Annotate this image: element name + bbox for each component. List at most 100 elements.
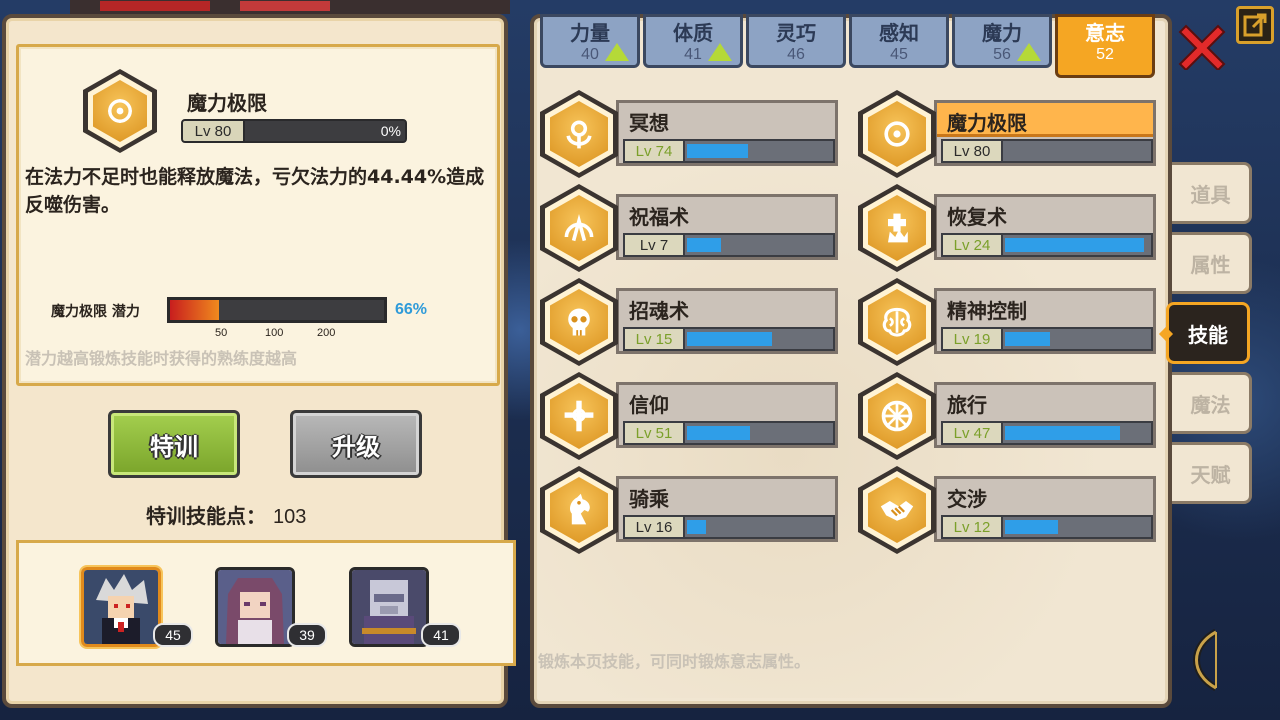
attr-name: 体质 <box>673 21 713 45</box>
skill-name: 招魂术 <box>629 299 689 323</box>
skull-icon <box>540 278 618 366</box>
close-icon[interactable] <box>1178 22 1226 70</box>
train-button[interactable]: 特训 <box>108 410 240 478</box>
skill-level: Lv 80 <box>183 121 245 141</box>
party-box: 45 39 41 <box>16 540 516 666</box>
skill-item-heal[interactable]: 恢复术 Lv 24 <box>858 184 1158 272</box>
attr-tab-dexterity[interactable]: 灵巧 46 <box>746 14 846 68</box>
side-tab-magic[interactable]: 魔法 <box>1172 372 1252 434</box>
handshake-icon <box>858 466 936 554</box>
skill-card: 旅行 Lv 47 <box>934 382 1156 448</box>
attr-tab-constitution[interactable]: 体质 41 <box>643 14 743 68</box>
up-arrow-icon <box>605 43 629 61</box>
potential-tick: 50 <box>215 327 228 339</box>
side-tab-skills[interactable]: 技能 <box>1166 302 1250 364</box>
page-hint: 锻炼本页技能，可同时锻炼意志属性。 <box>538 652 811 671</box>
exit-icon[interactable] <box>1236 6 1274 44</box>
skill-progress-text: 0% <box>380 123 401 139</box>
cross-icon <box>540 372 618 460</box>
potential-percent: 66% <box>395 301 428 318</box>
skill-item-faith[interactable]: 信仰 Lv 51 <box>540 372 840 460</box>
skill-progress-bar: Lv 15 <box>623 327 835 351</box>
potential-bar <box>167 297 387 323</box>
skill-progress-fill <box>1005 238 1144 252</box>
skill-progress-bar: Lv 47 <box>941 421 1153 445</box>
heal-icon <box>858 184 936 272</box>
meditation-icon <box>540 90 618 178</box>
attr-tab-will[interactable]: 意志 52 <box>1055 14 1155 78</box>
skill-item-riding[interactable]: 骑乘 Lv 16 <box>540 466 840 554</box>
party-member-level: 39 <box>287 623 327 647</box>
up-arrow-icon <box>1017 43 1041 61</box>
party-member-level: 41 <box>421 623 461 647</box>
attr-tab-magic[interactable]: 魔力 56 <box>952 14 1052 68</box>
skill-item-mind-control[interactable]: 精神控制 Lv 19 <box>858 278 1158 366</box>
skill-card: 魔力极限 Lv 80 <box>934 100 1156 166</box>
attr-name: 意志 <box>1085 21 1125 45</box>
skill-item-summon-soul[interactable]: 招魂术 Lv 15 <box>540 278 840 366</box>
skill-card: 招魂术 Lv 15 <box>616 288 838 354</box>
skill-progress-fill <box>687 238 721 252</box>
skill-progress-bar: Lv 7 <box>623 233 835 257</box>
skill-progress-bar: Lv 24 <box>941 233 1153 257</box>
skill-detail-panel: 魔力极限 Lv 80 0% 在法力不足时也能释放魔法，亏欠法力的44.44%造成… <box>2 14 516 708</box>
skill-name: 信仰 <box>629 393 669 417</box>
skill-level: Lv 80 <box>943 141 1003 161</box>
party-member-portrait[interactable] <box>81 567 161 647</box>
blessing-icon <box>540 184 618 272</box>
side-tab-attributes[interactable]: 属性 <box>1172 232 1252 294</box>
bow-icon[interactable] <box>1180 628 1232 692</box>
skill-progress-fill <box>687 520 706 534</box>
skill-level: Lv 12 <box>943 517 1003 537</box>
upgrade-button[interactable]: 升级 <box>290 410 422 478</box>
wheel-icon <box>858 372 936 460</box>
skill-progress-bar: Lv 16 <box>623 515 835 539</box>
skill-level: Lv 16 <box>625 517 685 537</box>
potential-tick: 100 <box>265 327 284 339</box>
up-arrow-icon <box>708 43 732 61</box>
train-points-label: 特训技能点： <box>146 504 266 528</box>
skill-progress-bar: Lv 51 <box>623 421 835 445</box>
skill-level-bar: Lv 80 0% <box>181 119 407 143</box>
skill-level: Lv 51 <box>625 423 685 443</box>
skill-level: Lv 15 <box>625 329 685 349</box>
skill-progress-fill <box>1005 520 1058 534</box>
skill-progress-fill <box>687 426 750 440</box>
side-tab-items[interactable]: 道具 <box>1172 162 1252 224</box>
hp-bar <box>100 1 210 11</box>
skill-item-travel[interactable]: 旅行 Lv 47 <box>858 372 1158 460</box>
skill-progress-fill <box>687 332 772 346</box>
party-member-portrait[interactable] <box>215 567 295 647</box>
brain-icon <box>858 278 936 366</box>
skill-name: 恢复术 <box>947 205 1007 229</box>
party-member-portrait[interactable] <box>349 567 429 647</box>
skill-item-negotiation[interactable]: 交涉 Lv 12 <box>858 466 1158 554</box>
skill-card: 交涉 Lv 12 <box>934 476 1156 542</box>
skill-progress-fill <box>1005 332 1050 346</box>
skill-level: Lv 19 <box>943 329 1003 349</box>
skill-progress-fill <box>1005 426 1120 440</box>
skill-item-meditation[interactable]: 冥想 Lv 74 <box>540 90 840 178</box>
skill-name: 交涉 <box>947 487 987 511</box>
horse-icon <box>540 466 618 554</box>
attr-tab-perception[interactable]: 感知 45 <box>849 14 949 68</box>
skill-name: 冥想 <box>629 111 669 135</box>
skill-card: 精神控制 Lv 19 <box>934 288 1156 354</box>
vortex-icon <box>858 90 936 178</box>
side-tab-talent[interactable]: 天赋 <box>1172 442 1252 504</box>
skill-name: 精神控制 <box>947 299 1027 323</box>
potential-label: 魔力极限 潜力 <box>51 304 140 320</box>
attr-value: 52 <box>1096 46 1114 63</box>
skill-progress-fill <box>687 144 748 158</box>
skill-item-blessing[interactable]: 祝福术 Lv 7 <box>540 184 840 272</box>
vortex-icon <box>83 69 157 153</box>
attr-name: 魔力 <box>982 21 1022 45</box>
skill-item-mana-limit[interactable]: 魔力极限 Lv 80 <box>858 90 1158 178</box>
skill-progress-bar: Lv 74 <box>623 139 835 163</box>
skill-card: 骑乘 Lv 16 <box>616 476 838 542</box>
skill-name: 祝福术 <box>629 205 689 229</box>
train-points-value: 103 <box>272 506 307 528</box>
skill-card: 冥想 Lv 74 <box>616 100 838 166</box>
skill-card: 信仰 Lv 51 <box>616 382 838 448</box>
attr-tab-strength[interactable]: 力量 40 <box>540 14 640 68</box>
